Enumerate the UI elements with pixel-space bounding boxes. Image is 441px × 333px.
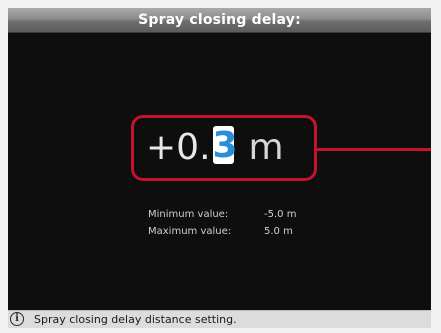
maximum-value: 5.0 m xyxy=(264,226,293,237)
terminal-screen: Spray closing delay: +0. 3 m Minimum val… xyxy=(8,8,431,328)
maximum-label: Maximum value: xyxy=(148,226,232,237)
info-icon: i xyxy=(10,312,24,326)
page-title: Spray closing delay: xyxy=(8,8,431,33)
value-limits: Minimum value: -5.0 m Maximum value: 5.0… xyxy=(148,206,296,240)
maximum-row: Maximum value: 5.0 m xyxy=(148,223,296,240)
device-frame: Spray closing delay: +0. 3 m Minimum val… xyxy=(0,0,441,333)
value-prefix: +0. xyxy=(146,127,211,168)
info-text: Spray closing delay distance setting. xyxy=(34,313,237,326)
minimum-row: Minimum value: -5.0 m xyxy=(148,206,296,223)
minimum-value: -5.0 m xyxy=(264,209,297,220)
callout-line xyxy=(317,148,431,151)
info-bar: i Spray closing delay distance setting. xyxy=(8,310,431,328)
minimum-label: Minimum value: xyxy=(148,209,229,220)
active-digit-cursor[interactable]: 3 xyxy=(212,126,238,166)
value-unit: m xyxy=(248,127,284,168)
value-editor[interactable]: +0. 3 m xyxy=(146,120,284,176)
